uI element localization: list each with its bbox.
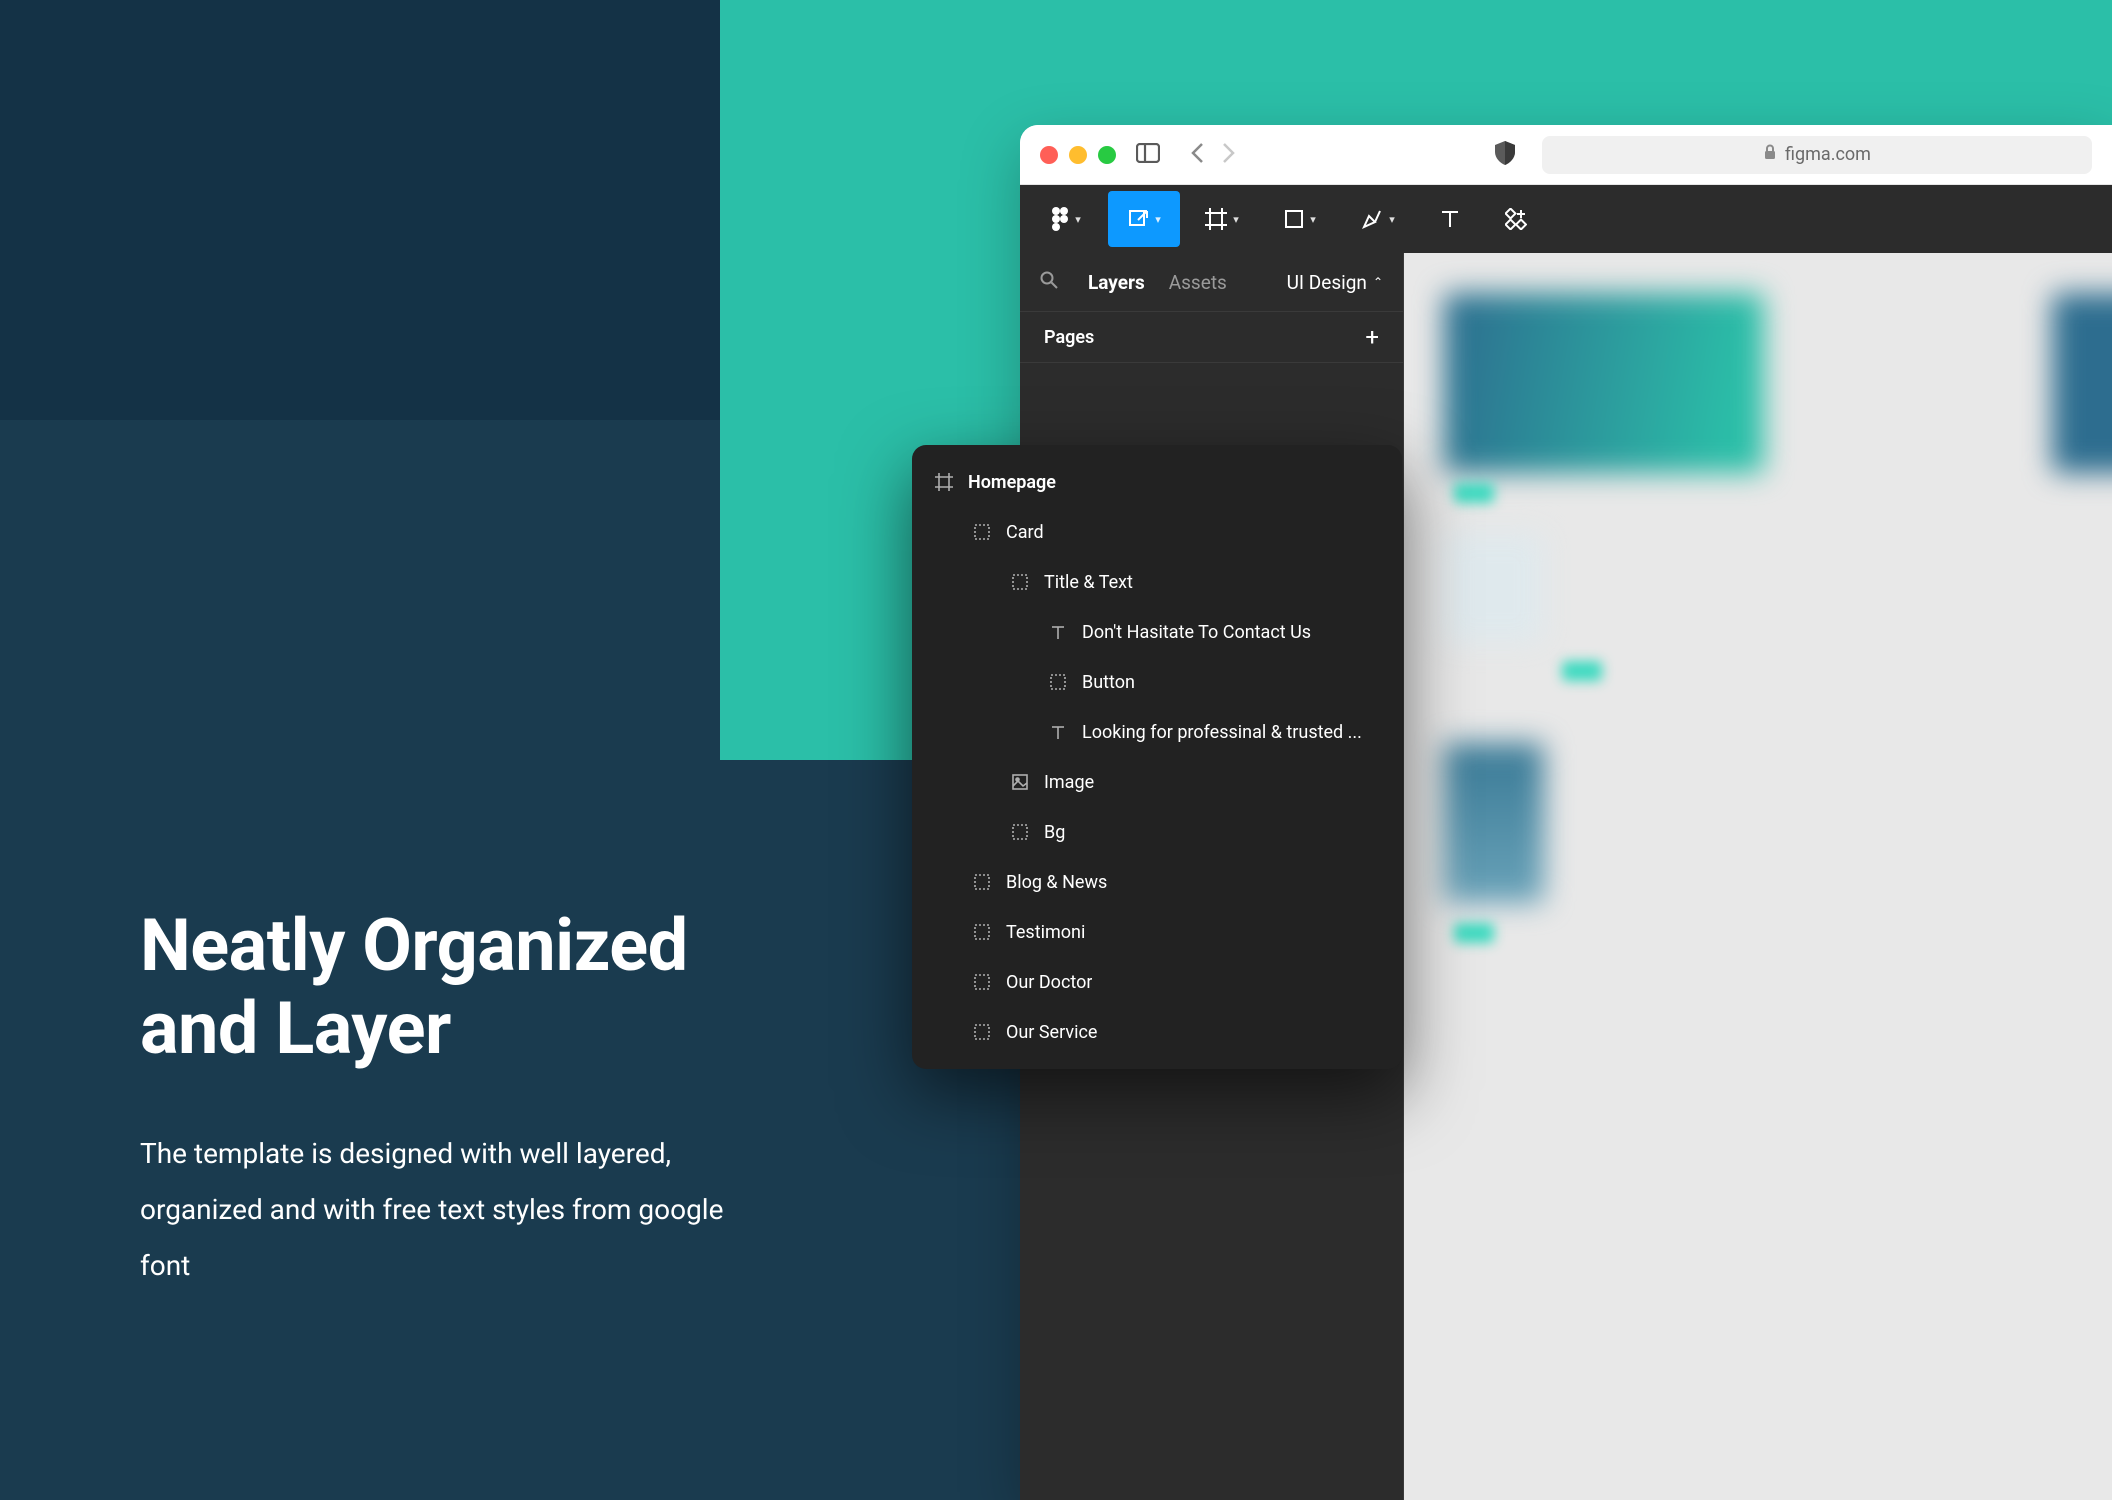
artboard-preview xyxy=(1444,293,1764,473)
pages-label: Pages xyxy=(1044,327,1094,348)
pages-header: Pages + xyxy=(1020,311,1403,363)
minimize-window-button[interactable] xyxy=(1069,146,1087,164)
close-window-button[interactable] xyxy=(1040,146,1058,164)
layer-item-label: Testimoni xyxy=(1006,922,1085,943)
resources-button[interactable] xyxy=(1486,191,1546,247)
sidebar-tabs: Layers Assets UI Design ⌃ xyxy=(1020,253,1403,311)
hero-title: Neatly Organized and Layer xyxy=(140,905,760,1071)
hero-title-line-1: Neatly Organized xyxy=(140,903,688,988)
group-icon xyxy=(1048,672,1068,692)
layer-item-label: Card xyxy=(1006,522,1044,543)
layer-item[interactable]: Bg xyxy=(912,807,1402,857)
layer-item-label: Title & Text xyxy=(1044,572,1133,593)
layer-item-label: Blog & News xyxy=(1006,872,1107,893)
layer-item[interactable]: Homepage xyxy=(912,457,1402,507)
text-tool-button[interactable] xyxy=(1420,191,1480,247)
layer-item[interactable]: Card xyxy=(912,507,1402,557)
hero-title-line-2: and Layer xyxy=(140,986,451,1071)
layer-item-label: Image xyxy=(1044,772,1094,793)
move-tool-button[interactable]: ▾ xyxy=(1108,191,1180,247)
forward-button[interactable] xyxy=(1222,142,1236,168)
add-page-button[interactable]: + xyxy=(1365,323,1379,351)
tab-layers[interactable]: Layers xyxy=(1088,271,1145,294)
frame-tool-button[interactable]: ▾ xyxy=(1186,191,1258,247)
layer-item-label: Bg xyxy=(1044,822,1065,843)
layer-item[interactable]: Our Service xyxy=(912,1007,1402,1057)
text-icon xyxy=(1048,622,1068,642)
badge-preview xyxy=(1562,661,1602,681)
layer-item[interactable]: Blog & News xyxy=(912,857,1402,907)
hero-text: Neatly Organized and Layer The template … xyxy=(140,905,760,1294)
badge-preview xyxy=(1454,923,1494,943)
address-bar[interactable]: figma.com xyxy=(1542,136,2092,174)
group-icon xyxy=(1010,822,1030,842)
sidebar-toggle-icon[interactable] xyxy=(1136,143,1160,167)
text-icon xyxy=(1048,722,1068,742)
artboard-preview xyxy=(2052,293,2112,473)
chevron-down-icon: ▾ xyxy=(1389,213,1395,226)
group-icon xyxy=(1010,572,1030,592)
layer-item-label: Our Service xyxy=(1006,1022,1097,1043)
back-button[interactable] xyxy=(1190,142,1204,168)
group-icon xyxy=(972,872,992,892)
group-icon xyxy=(972,1022,992,1042)
layer-item-label: Looking for professinal & trusted ... xyxy=(1082,722,1362,743)
chevron-down-icon: ▾ xyxy=(1310,213,1316,226)
badge-preview xyxy=(1454,483,1494,503)
layer-item[interactable]: Testimoni xyxy=(912,907,1402,957)
browser-chrome: figma.com xyxy=(1020,125,2112,185)
layer-item[interactable]: Button xyxy=(912,657,1402,707)
artboard-preview xyxy=(1444,533,1544,643)
figma-toolbar: ▾ ▾ ▾ ▾ ▾ xyxy=(1020,185,2112,253)
url-text: figma.com xyxy=(1785,144,1871,165)
group-icon xyxy=(972,922,992,942)
page-selector[interactable]: UI Design ⌃ xyxy=(1287,271,1383,294)
layer-item[interactable]: Looking for professinal & trusted ... xyxy=(912,707,1402,757)
figma-menu-button[interactable]: ▾ xyxy=(1030,191,1102,247)
frame-icon xyxy=(934,472,954,492)
layer-item[interactable]: Our Doctor xyxy=(912,957,1402,1007)
layer-item[interactable]: Don't Hasitate To Contact Us xyxy=(912,607,1402,657)
traffic-lights xyxy=(1040,146,1116,164)
layers-popover: Homepage Card Title & Text Don't Hasitate T… xyxy=(912,445,1402,1069)
layer-item[interactable]: Title & Text xyxy=(912,557,1402,607)
group-icon xyxy=(972,972,992,992)
lock-icon xyxy=(1763,144,1777,165)
pen-tool-button[interactable]: ▾ xyxy=(1342,191,1414,247)
layer-item[interactable]: Image xyxy=(912,757,1402,807)
shape-tool-button[interactable]: ▾ xyxy=(1264,191,1336,247)
layer-item-label: Our Doctor xyxy=(1006,972,1092,993)
chevron-down-icon: ▾ xyxy=(1233,213,1239,226)
maximize-window-button[interactable] xyxy=(1098,146,1116,164)
hero-description: The template is designed with well layer… xyxy=(140,1126,760,1294)
image-icon xyxy=(1010,772,1030,792)
layer-item-label: Don't Hasitate To Contact Us xyxy=(1082,622,1311,643)
layer-item-label: Homepage xyxy=(968,472,1056,493)
canvas-area[interactable] xyxy=(1404,253,2112,1500)
artboard-preview xyxy=(1444,743,1544,903)
layer-item-label: Button xyxy=(1082,672,1135,693)
shield-icon[interactable] xyxy=(1495,141,1515,169)
page-selector-label: UI Design xyxy=(1287,271,1367,294)
tab-assets[interactable]: Assets xyxy=(1169,271,1227,294)
group-icon xyxy=(972,522,992,542)
chevron-up-icon: ⌃ xyxy=(1373,275,1383,289)
nav-arrows xyxy=(1190,142,1236,168)
chevron-down-icon: ▾ xyxy=(1075,213,1081,226)
search-icon[interactable] xyxy=(1040,271,1058,294)
chevron-down-icon: ▾ xyxy=(1155,213,1161,226)
